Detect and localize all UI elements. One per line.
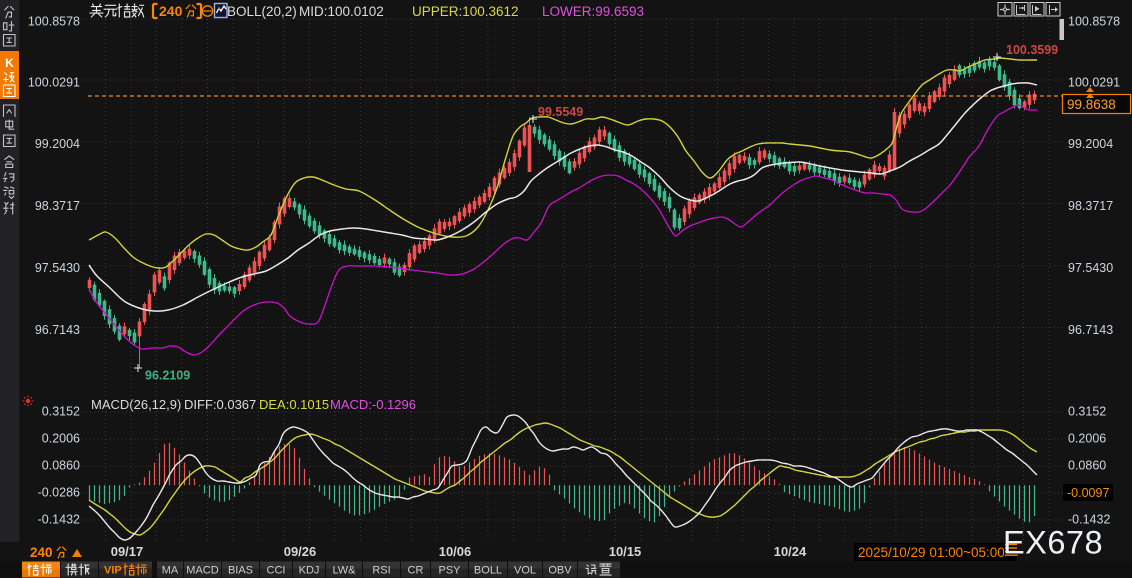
svg-text:BOLL: BOLL (474, 565, 502, 577)
svg-text:96.7143: 96.7143 (35, 323, 80, 337)
svg-text:0.3152: 0.3152 (42, 405, 80, 419)
svg-text:CR: CR (408, 565, 424, 577)
svg-text:MACD(26,12,9): MACD(26,12,9) (91, 397, 181, 412)
svg-text:PSY: PSY (438, 565, 461, 577)
svg-text:99.5549: 99.5549 (538, 105, 583, 119)
svg-text:100.8578: 100.8578 (28, 15, 80, 29)
svg-text:240: 240 (159, 3, 183, 19)
svg-text:100.0291: 100.0291 (28, 76, 80, 90)
svg-text:MACD: MACD (186, 565, 218, 577)
svg-text:DEA:0.1015: DEA:0.1015 (259, 397, 329, 412)
svg-text:99.2004: 99.2004 (1068, 137, 1113, 151)
svg-text:10/15: 10/15 (609, 544, 642, 559)
svg-text:100.8578: 100.8578 (1068, 15, 1120, 29)
svg-text:0.2006: 0.2006 (1068, 432, 1106, 446)
svg-text:10/06: 10/06 (439, 544, 472, 559)
svg-text:LW&: LW& (332, 565, 356, 577)
svg-text:98.3717: 98.3717 (35, 199, 80, 213)
svg-text:-0.1432: -0.1432 (38, 513, 80, 527)
svg-text:LOWER:99.6593: LOWER:99.6593 (542, 4, 644, 19)
svg-text:OBV: OBV (548, 565, 572, 577)
svg-text:0.2006: 0.2006 (42, 432, 80, 446)
svg-text:96.7143: 96.7143 (1068, 323, 1113, 337)
svg-text:EX678: EX678 (1003, 525, 1103, 561)
svg-text:09/17: 09/17 (111, 544, 144, 559)
svg-text:-0.0097: -0.0097 (1067, 486, 1109, 500)
svg-text:MA: MA (162, 565, 179, 577)
svg-text:0.0860: 0.0860 (1068, 459, 1106, 473)
svg-text:98.3717: 98.3717 (1068, 199, 1113, 213)
svg-text:KDJ: KDJ (299, 565, 320, 577)
svg-text:97.5430: 97.5430 (1068, 261, 1113, 275)
svg-text:-0.0286: -0.0286 (38, 486, 80, 500)
svg-text:RSI: RSI (372, 565, 390, 577)
svg-text:99.2004: 99.2004 (35, 137, 80, 151)
svg-text:2025/10/29 01:00~05:00: 2025/10/29 01:00~05:00 (858, 545, 1005, 560)
svg-text:240: 240 (30, 545, 53, 560)
svg-text:100.0291: 100.0291 (1068, 76, 1120, 90)
svg-text:0.0860: 0.0860 (42, 459, 80, 473)
svg-text:100.3599: 100.3599 (1006, 43, 1058, 57)
svg-text:MID:100.0102: MID:100.0102 (299, 4, 384, 19)
svg-text:BIAS: BIAS (228, 565, 253, 577)
svg-text:DIFF:0.0367: DIFF:0.0367 (184, 397, 256, 412)
svg-text:K: K (5, 56, 14, 70)
svg-text:96.2109: 96.2109 (145, 369, 190, 383)
svg-text:97.5430: 97.5430 (35, 261, 80, 275)
svg-text:BOLL(20,2): BOLL(20,2) (227, 4, 297, 19)
svg-text:VIP: VIP (104, 565, 122, 577)
svg-text:VOL: VOL (514, 565, 536, 577)
svg-text:99.8638: 99.8638 (1067, 97, 1116, 112)
svg-text:UPPER:100.3612: UPPER:100.3612 (412, 4, 519, 19)
svg-text:0.3152: 0.3152 (1068, 405, 1106, 419)
svg-text:10/24: 10/24 (774, 544, 807, 559)
svg-text:MACD:-0.1296: MACD:-0.1296 (330, 397, 416, 412)
svg-text:09/26: 09/26 (284, 544, 317, 559)
svg-text:CCI: CCI (267, 565, 286, 577)
